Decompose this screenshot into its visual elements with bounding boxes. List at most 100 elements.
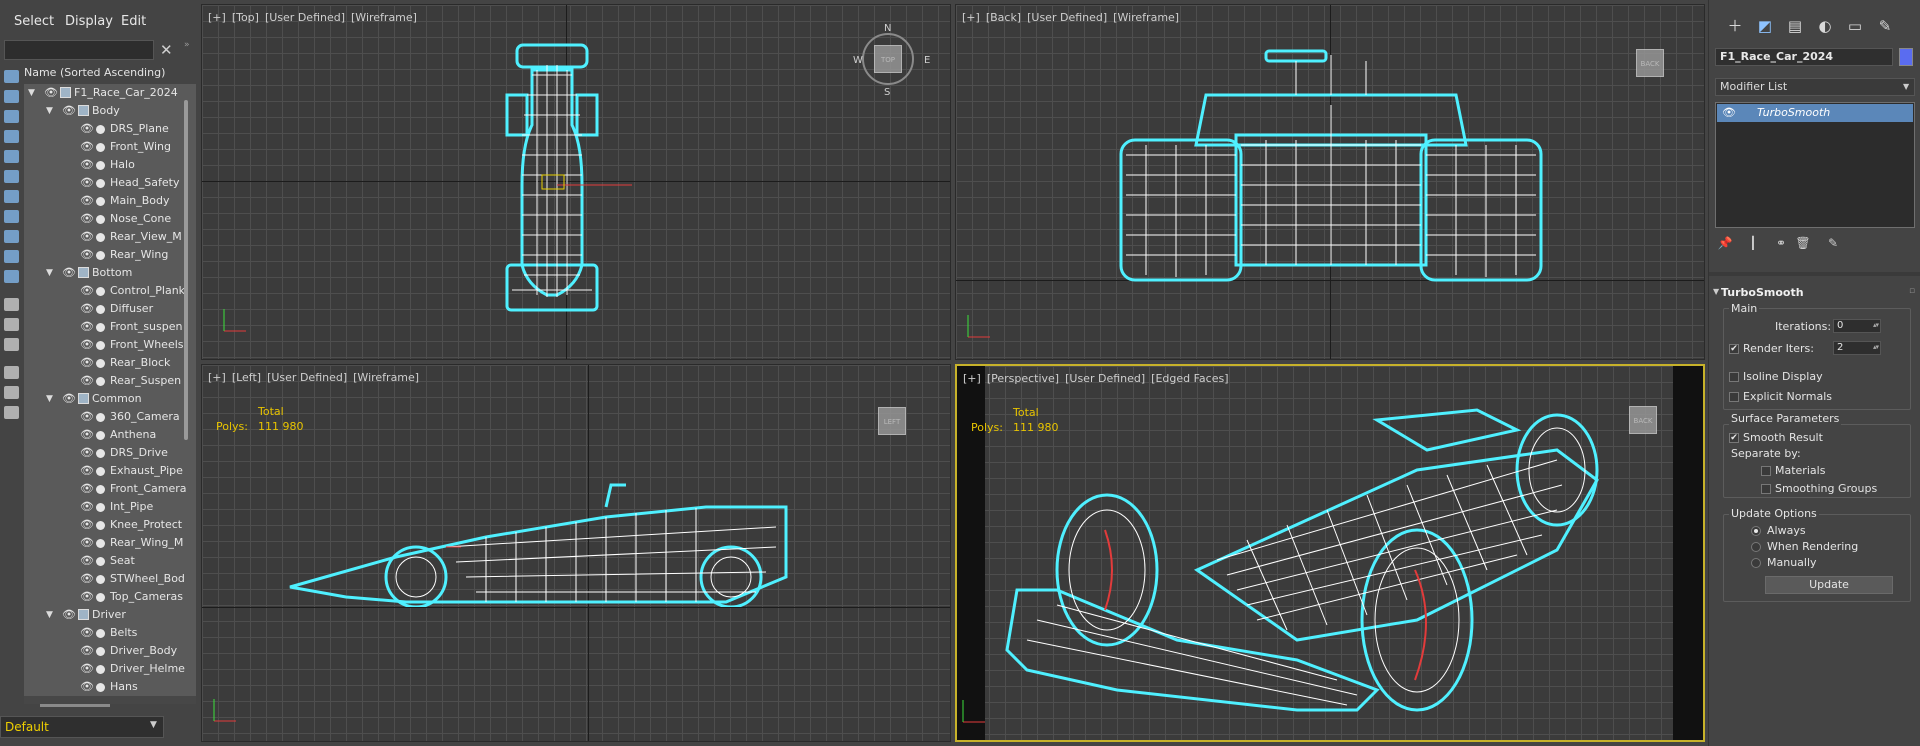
tree-object-item[interactable]: 👁 Rear_Wing — [24, 246, 196, 264]
viewport-label[interactable]: [+] [Perspective] [User Defined] [Edged Fac… — [963, 372, 1235, 385]
viewport-shading-menu[interactable]: [Wireframe] — [351, 11, 417, 24]
tree-object-item[interactable]: 👁 Int_Pipe — [24, 498, 196, 516]
clear-filter-icon[interactable]: ✕ — [160, 40, 176, 60]
viewport-menu-plus[interactable]: [+] — [208, 371, 226, 384]
create-tab-icon[interactable]: ＋ — [1725, 16, 1745, 36]
light-filter-icon[interactable] — [4, 110, 19, 123]
viewport-view-menu[interactable]: [Left] — [232, 371, 261, 384]
viewport-label[interactable]: [+] [Top] [User Defined] [Wireframe] — [208, 11, 423, 24]
viewport-view-menu[interactable]: [Top] — [232, 11, 259, 24]
visibility-eye-icon[interactable]: 👁 — [80, 156, 94, 174]
utilities-tab-icon[interactable]: ✎ — [1875, 16, 1895, 36]
search-input[interactable] — [4, 40, 154, 60]
rollout-title[interactable]: TurboSmooth — [1721, 286, 1804, 299]
visibility-eye-icon[interactable]: 👁 — [80, 246, 94, 264]
visibility-eye-icon[interactable]: 👁 — [62, 102, 76, 120]
tree-object-item[interactable]: 👁 Rear_Wing_M — [24, 534, 196, 552]
tree-object-item[interactable]: 👁 DRS_Drive — [24, 444, 196, 462]
tree-object-item[interactable]: 👁 Front_Wing — [24, 138, 196, 156]
tree-object-item[interactable]: 👁 Top_Cameras — [24, 588, 196, 606]
visibility-eye-icon[interactable]: 👁 — [80, 588, 94, 606]
viewport-left[interactable]: [+] [Left] [User Defined] [Wireframe] Total… — [201, 364, 951, 742]
tree-object-item[interactable]: 👁 STWheel_Bod — [24, 570, 196, 588]
modifier-list-dropdown[interactable]: Modifier List — [1715, 78, 1915, 96]
remove-modifier-icon[interactable]: 🗑 — [1795, 236, 1811, 252]
make-unique-icon[interactable]: ⚭ — [1773, 236, 1789, 252]
visibility-eye-icon[interactable]: 👁 — [80, 318, 94, 336]
shapes-filter-icon[interactable] — [4, 90, 19, 103]
iterations-spinner[interactable]: 0 — [1833, 319, 1881, 333]
tree-object-item[interactable]: 👁 Driver_Body — [24, 642, 196, 660]
render-iters-spinner[interactable]: 2 — [1833, 341, 1881, 355]
modify-tab-icon[interactable]: ◩ — [1755, 16, 1775, 36]
viewcube[interactable]: LEFT — [878, 407, 906, 435]
visibility-eye-icon[interactable]: 👁 — [80, 120, 94, 138]
tree-object-item[interactable]: 👁 DRS_Plane — [24, 120, 196, 138]
visibility-eye-icon[interactable]: 👁 — [80, 552, 94, 570]
visibility-eye-icon[interactable]: 👁 — [80, 642, 94, 660]
visibility-eye-icon[interactable]: 👁 — [80, 336, 94, 354]
modifier-stack-item[interactable]: 👁 TurboSmooth — [1717, 104, 1913, 122]
menu-select[interactable]: Select — [14, 14, 54, 29]
display-all-icon[interactable] — [4, 298, 19, 311]
viewport-shading-menu[interactable]: [Wireframe] — [353, 371, 419, 384]
visibility-eye-icon[interactable]: 👁 — [80, 282, 94, 300]
find-icon[interactable] — [4, 366, 19, 379]
tree-object-item[interactable]: 👁 Main_Body — [24, 192, 196, 210]
visibility-eye-icon[interactable]: 👁 — [80, 174, 94, 192]
visibility-eye-icon[interactable]: 👁 — [80, 444, 94, 462]
tree-scrollbar[interactable] — [184, 100, 188, 440]
visibility-eye-icon[interactable]: 👁 — [80, 354, 94, 372]
group-filter-icon[interactable] — [4, 190, 19, 203]
frozen-filter-icon[interactable] — [4, 270, 19, 283]
viewport-mode-menu[interactable]: [User Defined] — [1065, 372, 1145, 385]
viewport-mode-menu[interactable]: [User Defined] — [267, 371, 347, 384]
tree-object-item[interactable]: 👁 Anthena — [24, 426, 196, 444]
hierarchy-tab-icon[interactable]: ▤ — [1785, 16, 1805, 36]
always-radio[interactable] — [1751, 526, 1761, 536]
layer-explorer-icon[interactable] — [4, 406, 19, 419]
smoothing-groups-checkbox[interactable] — [1761, 484, 1771, 494]
menu-display[interactable]: Display — [65, 14, 113, 29]
helper-filter-icon[interactable] — [4, 150, 19, 163]
tree-object-item[interactable]: 👁 360_Camera — [24, 408, 196, 426]
when-rendering-radio[interactable] — [1751, 542, 1761, 552]
visibility-eye-icon[interactable]: 👁 — [80, 498, 94, 516]
explicit-normals-checkbox[interactable] — [1729, 392, 1739, 402]
tree-object-item[interactable]: 👁 Nose_Cone — [24, 210, 196, 228]
tree-object-item[interactable]: 👁 Front_Wheels — [24, 336, 196, 354]
viewport-view-menu[interactable]: [Perspective] — [987, 372, 1059, 385]
tree-object-item[interactable]: 👁 Exhaust_Pipe — [24, 462, 196, 480]
tree-object-item[interactable]: 👁 Knee_Protect — [24, 516, 196, 534]
viewport-menu-plus[interactable]: [+] — [963, 372, 981, 385]
isoline-display-checkbox[interactable] — [1729, 372, 1739, 382]
expand-arrow-icon[interactable]: ▼ — [46, 390, 53, 408]
tree-group-item[interactable]: ▼ 👁 Driver — [24, 606, 196, 624]
tree-object-item[interactable]: 👁 Head_Safety — [24, 174, 196, 192]
visibility-eye-icon[interactable]: 👁 — [80, 372, 94, 390]
tree-object-item[interactable]: 👁 Driver_Helme — [24, 660, 196, 678]
visibility-eye-icon[interactable]: 👁 — [80, 570, 94, 588]
show-end-result-icon[interactable]: ┃ — [1745, 236, 1761, 252]
object-name-field[interactable]: F1_Race_Car_2024 — [1715, 48, 1893, 66]
xref-filter-icon[interactable] — [4, 210, 19, 223]
invert-display-icon[interactable] — [4, 338, 19, 351]
container-filter-icon[interactable] — [4, 250, 19, 263]
collapse-arrow-icon[interactable]: ▼ — [1713, 287, 1719, 296]
visibility-eye-icon[interactable]: 👁 — [80, 210, 94, 228]
materials-checkbox[interactable] — [1761, 466, 1771, 476]
viewport-view-menu[interactable]: [Back] — [986, 11, 1021, 24]
expand-arrow-icon[interactable]: ▼ — [46, 102, 53, 120]
spacewarp-filter-icon[interactable] — [4, 170, 19, 183]
tree-object-item[interactable]: 👁 Front_suspen — [24, 318, 196, 336]
visibility-eye-icon[interactable]: 👁 — [80, 534, 94, 552]
panel-divider[interactable] — [1709, 272, 1920, 276]
visibility-eye-icon[interactable]: 👁 — [62, 606, 76, 624]
display-tab-icon[interactable]: ▭ — [1845, 16, 1865, 36]
eye-icon[interactable]: 👁 — [1722, 106, 1736, 119]
tree-object-item[interactable]: 👁 Rear_View_M — [24, 228, 196, 246]
menu-edit[interactable]: Edit — [121, 14, 146, 29]
viewport-back[interactable]: [+] [Back] [User Defined] [Wireframe] BACK — [955, 4, 1705, 360]
visibility-eye-icon[interactable]: 👁 — [80, 192, 94, 210]
manually-radio[interactable] — [1751, 558, 1761, 568]
